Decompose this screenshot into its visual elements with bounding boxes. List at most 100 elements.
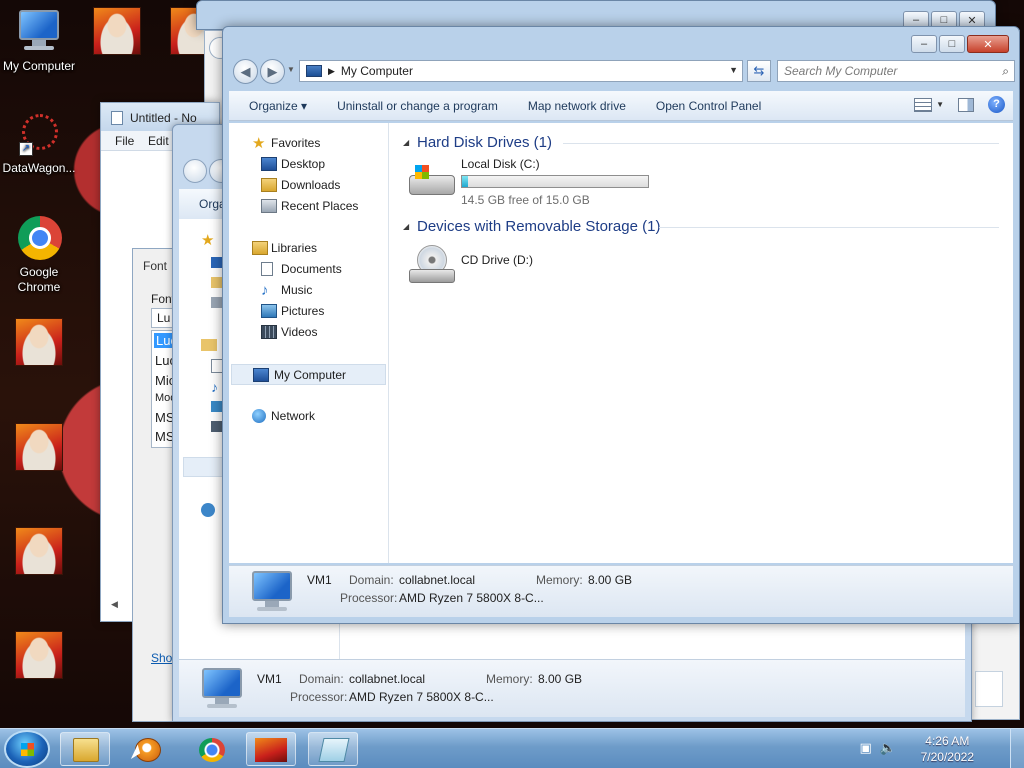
nav-favorites[interactable]: ★ Favorites bbox=[229, 133, 388, 154]
nav-libraries[interactable]: Libraries bbox=[229, 238, 388, 259]
music-icon: ♪ bbox=[261, 282, 269, 299]
recent-pages-arrow[interactable]: ▼ bbox=[287, 65, 295, 74]
drive-cd-d[interactable]: CD Drive (D:) bbox=[403, 239, 999, 295]
organize-menu[interactable]: Organize ▾ bbox=[229, 99, 322, 113]
system-tray[interactable]: ▣🔈 bbox=[860, 740, 904, 756]
windows-logo-icon bbox=[21, 743, 34, 756]
group-header-hard-disk-drives[interactable]: Hard Disk Drives (1) bbox=[403, 131, 999, 155]
menu-file[interactable]: File bbox=[115, 134, 134, 148]
nav-desktop[interactable]: Desktop bbox=[229, 154, 388, 175]
font-dialog-title: Font bbox=[143, 259, 168, 273]
taskbar-image-app[interactable] bbox=[246, 732, 296, 766]
taskbar-media-player[interactable] bbox=[122, 732, 172, 766]
change-view-icon[interactable] bbox=[914, 97, 933, 112]
nav-documents[interactable]: Documents bbox=[229, 259, 388, 280]
wallpaper-tile bbox=[15, 631, 63, 679]
pictures-icon bbox=[261, 304, 277, 318]
notepad-icon bbox=[111, 111, 123, 125]
explorer-window[interactable]: – □ ✕ ◀ ▶ ▼ ▶ My Computer ▼ ⇆ Search My … bbox=[222, 26, 1020, 624]
breadcrumb-arrow-icon[interactable]: ▶ bbox=[328, 66, 335, 77]
videos-icon bbox=[261, 325, 277, 339]
desktop-icon-my-computer[interactable]: My Computer bbox=[0, 10, 81, 74]
drive-label: CD Drive (D:) bbox=[461, 253, 533, 267]
open-control-panel-button[interactable]: Open Control Panel bbox=[641, 99, 776, 113]
wallpaper-tile bbox=[15, 527, 63, 575]
search-icon[interactable]: ⌕ bbox=[1002, 61, 1009, 81]
map-network-drive-button[interactable]: Map network drive bbox=[513, 99, 641, 113]
cd-drive-icon bbox=[409, 245, 455, 285]
recent-places-icon bbox=[261, 199, 277, 213]
memory-label: Memory: bbox=[486, 672, 533, 686]
nav-videos[interactable]: Videos bbox=[229, 322, 388, 343]
wallpaper-tile bbox=[15, 318, 63, 366]
drive-free-space: 14.5 GB free of 15.0 GB bbox=[461, 193, 590, 207]
nav-pictures[interactable]: Pictures bbox=[229, 301, 388, 322]
desktop-icon-label: My Computer bbox=[2, 59, 76, 73]
breadcrumb-my-computer[interactable]: My Computer bbox=[341, 64, 413, 78]
volume-icon[interactable]: 🔈 bbox=[880, 740, 904, 755]
preview-pane-icon[interactable] bbox=[958, 97, 974, 112]
help-icon[interactable]: ? bbox=[988, 96, 1005, 113]
music-icon: ♪ bbox=[211, 379, 218, 395]
memory-value: 8.00 GB bbox=[588, 573, 633, 587]
memory-label: Memory: bbox=[536, 573, 583, 587]
explorer-body: ★ Favorites Desktop Downloads Recent Pla… bbox=[229, 123, 1013, 563]
computer-icon bbox=[253, 368, 269, 382]
start-button[interactable] bbox=[4, 730, 50, 768]
processor-value: AMD Ryzen 7 5800X 8-C... bbox=[349, 690, 494, 704]
computer-name: VM1 bbox=[307, 573, 332, 587]
back-button[interactable] bbox=[183, 159, 207, 183]
desktop-icon-datawagon[interactable]: ↗ DataWagon... bbox=[0, 112, 81, 176]
uninstall-program-button[interactable]: Uninstall or change a program bbox=[322, 99, 513, 113]
minimize-button[interactable]: – bbox=[911, 35, 937, 53]
clock-time: 4:26 AM bbox=[925, 734, 970, 748]
nav-music[interactable]: ♪ Music bbox=[229, 280, 388, 301]
close-button[interactable]: ✕ bbox=[967, 35, 1009, 53]
menu-edit[interactable]: Edit bbox=[148, 134, 169, 148]
desktop-icon-google-chrome[interactable]: Google Chrome bbox=[0, 216, 81, 295]
taskbar-clock[interactable]: 4:26 AM 7/20/2022 bbox=[921, 733, 974, 765]
nav-network[interactable]: Network bbox=[229, 406, 388, 427]
group-header-removable-storage[interactable]: Devices with Removable Storage (1) bbox=[403, 215, 999, 239]
back-button[interactable]: ◀ bbox=[233, 59, 258, 84]
chrome-icon bbox=[199, 738, 225, 762]
command-bar: Organize ▾ Uninstall or change a program… bbox=[229, 91, 1013, 121]
clock-date: 7/20/2022 bbox=[920, 750, 974, 764]
maximize-button[interactable]: □ bbox=[939, 35, 965, 53]
background-input[interactable] bbox=[975, 671, 1003, 707]
view-dropdown-icon[interactable]: ▼ bbox=[936, 100, 944, 109]
network-icon bbox=[252, 409, 266, 423]
disk-usage-bar bbox=[461, 175, 649, 188]
show-desktop-button[interactable] bbox=[1010, 729, 1024, 768]
desktop-icon bbox=[261, 157, 277, 171]
address-bar[interactable]: ▶ My Computer ▼ bbox=[299, 60, 743, 82]
wallpaper-tile bbox=[15, 423, 63, 471]
folder-icon bbox=[73, 738, 99, 762]
computer-icon bbox=[306, 65, 322, 77]
network-status-icon[interactable]: ▣ bbox=[860, 740, 880, 755]
domain-value: collabnet.local bbox=[399, 573, 476, 587]
taskbar: ▣🔈 4:26 AM 7/20/2022 bbox=[0, 728, 1024, 768]
star-icon: ★ bbox=[252, 135, 266, 152]
taskbar-chrome[interactable] bbox=[186, 732, 236, 766]
document-icon bbox=[261, 262, 273, 276]
details-pane: VM1 Domain: collabnet.local Memory: 8.00… bbox=[229, 565, 1013, 617]
desktop-icon-label: DataWagon... bbox=[2, 161, 76, 175]
taskbar-notepad[interactable] bbox=[308, 732, 358, 766]
scroll-left-arrow[interactable]: ◀ bbox=[111, 599, 118, 610]
search-input[interactable]: Search My Computer ⌕ bbox=[777, 60, 1015, 82]
nav-my-computer[interactable]: My Computer bbox=[231, 364, 386, 385]
libraries-icon bbox=[252, 241, 268, 255]
taskbar-explorer[interactable] bbox=[60, 732, 110, 766]
processor-label: Processor: bbox=[290, 690, 348, 704]
computer-icon bbox=[249, 571, 295, 611]
drive-local-disk-c[interactable]: Local Disk (C:) 14.5 GB free of 15.0 GB bbox=[403, 155, 999, 211]
nav-recent-places[interactable]: Recent Places bbox=[229, 196, 388, 217]
nav-downloads[interactable]: Downloads bbox=[229, 175, 388, 196]
address-dropdown-icon[interactable]: ▼ bbox=[729, 65, 738, 75]
computer-name: VM1 bbox=[257, 672, 282, 686]
downloads-folder-icon bbox=[261, 178, 277, 192]
computer-icon bbox=[16, 10, 62, 56]
forward-button[interactable]: ▶ bbox=[260, 59, 285, 84]
refresh-button[interactable]: ⇆ bbox=[747, 60, 771, 82]
